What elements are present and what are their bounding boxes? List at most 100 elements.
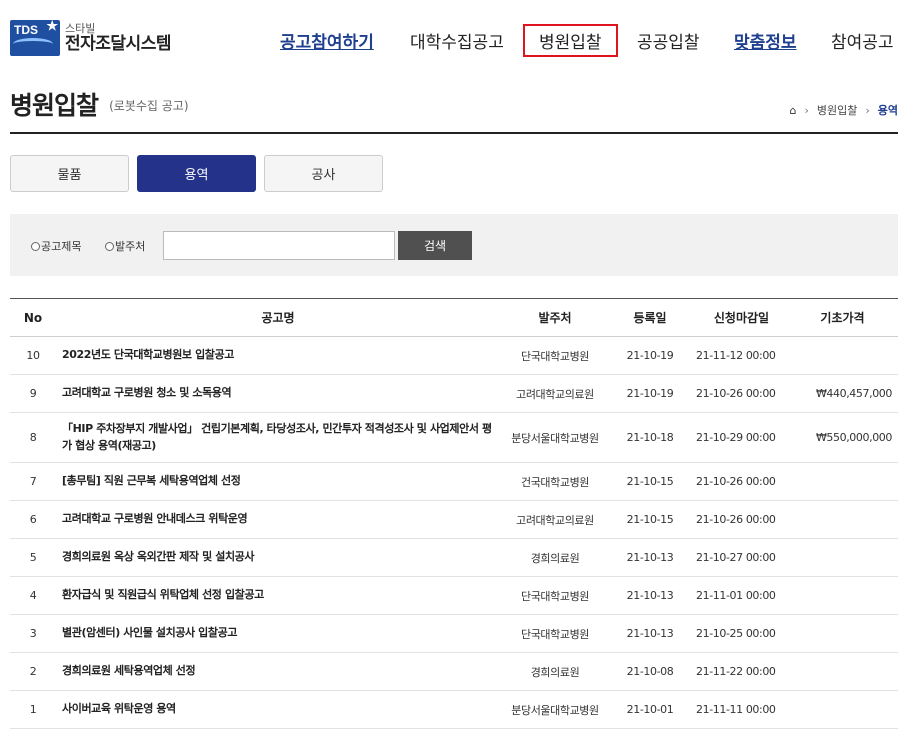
search-input[interactable] <box>163 231 395 260</box>
tab-goods[interactable]: 물품 <box>10 155 129 192</box>
row-deadline: 21-11-12 00:00 <box>696 336 787 375</box>
col-header-no[interactable]: No <box>10 298 56 337</box>
row-base-price: ₩440,457,000 <box>787 374 898 413</box>
row-registered: 21-10-18 <box>604 412 696 463</box>
row-deadline: 21-11-11 00:00 <box>696 690 787 729</box>
row-deadline: 21-10-26 00:00 <box>696 500 787 539</box>
row-title-link[interactable]: 경희의료원 세탁용역업체 선정 <box>56 652 506 691</box>
row-title-link[interactable]: 사이버교육 위탁운영 용역 <box>56 690 506 729</box>
row-title-link[interactable]: [총무팀] 직원 근무복 세탁용역업체 선정 <box>56 462 506 501</box>
radio-orderer[interactable]: 발주처 <box>105 238 145 254</box>
table-row[interactable]: 6 고려대학교 구로병원 안내데스크 위탁운영 고려대학교의료원 21-10-1… <box>10 500 898 539</box>
row-base-price <box>787 690 898 729</box>
row-title-link[interactable]: 별관(암센터) 사인물 설치공사 입찰공고 <box>56 614 506 653</box>
tab-construction[interactable]: 공사 <box>264 155 383 192</box>
row-title-link[interactable]: 고려대학교 구로병원 청소 및 소독용역 <box>56 374 506 413</box>
row-deadline: 21-10-26 00:00 <box>696 374 787 413</box>
row-orderer: 고려대학교의료원 <box>506 500 604 539</box>
table-row[interactable]: 2 경희의료원 세탁용역업체 선정 경희의료원 21-10-08 21-11-2… <box>10 652 898 691</box>
row-no: 2 <box>10 652 56 691</box>
row-no: 6 <box>10 500 56 539</box>
swoosh-shape <box>13 38 53 50</box>
row-title-link[interactable]: 경희의료원 옥상 옥외간판 제작 및 설치공사 <box>56 538 506 577</box>
nav-university-notices[interactable]: 대학수집공고 <box>410 28 504 53</box>
row-registered: 21-10-19 <box>604 336 696 375</box>
row-registered: 21-10-13 <box>604 614 696 653</box>
nav-custom-info[interactable]: 맞춤정보 <box>734 28 797 53</box>
radio-label: 공고제목 <box>41 240 82 253</box>
row-title-link[interactable]: 고려대학교 구로병원 안내데스크 위탁운영 <box>56 500 506 539</box>
breadcrumb: ⌂ › 병원입찰 › 용역 <box>789 102 898 118</box>
logo-abbr: TDS <box>14 23 38 37</box>
row-orderer: 단국대학교병원 <box>506 614 604 653</box>
row-title-link[interactable]: 「HIP 주차장부지 개발사업」 건립기본계획, 타당성조사, 민간투자 적격성… <box>56 412 506 463</box>
row-base-price <box>787 462 898 501</box>
row-title-link[interactable]: 2022년도 단국대학교병원보 입찰공고 <box>56 336 506 375</box>
nav-bid-participation[interactable]: 공고참여하기 <box>280 28 374 53</box>
nav-participating-notices[interactable]: 참여공고 <box>831 28 894 53</box>
bid-table: No 공고명 발주처 등록일 신청마감일 기초가격 10 2022년도 단국대학… <box>10 298 898 729</box>
breadcrumb-separator: › <box>865 103 870 117</box>
row-orderer: 경희의료원 <box>506 652 604 691</box>
col-header-registered[interactable]: 등록일 <box>604 298 696 337</box>
nav-public-bids[interactable]: 공공입찰 <box>637 28 700 53</box>
tab-services[interactable]: 용역 <box>137 155 256 192</box>
row-registered: 21-10-15 <box>604 500 696 539</box>
row-registered: 21-10-13 <box>604 576 696 615</box>
row-base-price <box>787 576 898 615</box>
page-title: 병원입찰 <box>10 91 99 120</box>
category-tabs: 물품 용역 공사 <box>10 155 383 192</box>
row-registered: 21-10-13 <box>604 538 696 577</box>
tds-logo-icon: TDS ★ <box>10 18 60 56</box>
table-row[interactable]: 10 2022년도 단국대학교병원보 입찰공고 단국대학교병원 21-10-19… <box>10 336 898 375</box>
row-no: 3 <box>10 614 56 653</box>
top-navigation: 공고참여하기 대학수집공고 병원입찰 공공입찰 맞춤정보 참여공고 <box>280 24 916 58</box>
page-header: 병원입찰 (로봇수집 공고) ⌂ › 병원입찰 › 용역 <box>10 86 898 134</box>
row-orderer: 단국대학교병원 <box>506 336 604 375</box>
row-orderer: 분당서울대학교병원 <box>506 690 604 729</box>
row-orderer: 분당서울대학교병원 <box>506 412 604 463</box>
row-deadline: 21-10-27 00:00 <box>696 538 787 577</box>
table-row[interactable]: 8 「HIP 주차장부지 개발사업」 건립기본계획, 타당성조사, 민간투자 적… <box>10 412 898 463</box>
row-no: 9 <box>10 374 56 413</box>
site-logo[interactable]: TDS ★ 스타빌 전자조달시스템 <box>10 18 171 56</box>
table-row[interactable]: 3 별관(암센터) 사인물 설치공사 입찰공고 단국대학교병원 21-10-13… <box>10 614 898 653</box>
radio-circle-icon <box>105 241 114 251</box>
row-base-price: ₩550,000,000 <box>787 412 898 463</box>
row-base-price <box>787 538 898 577</box>
breadcrumb-hospital-bids[interactable]: 병원입찰 <box>817 102 857 118</box>
row-deadline: 21-10-29 00:00 <box>696 412 787 463</box>
table-row[interactable]: 1 사이버교육 위탁운영 용역 분당서울대학교병원 21-10-01 21-11… <box>10 690 898 729</box>
row-orderer: 경희의료원 <box>506 538 604 577</box>
row-registered: 21-10-15 <box>604 462 696 501</box>
breadcrumb-separator: › <box>804 103 809 117</box>
row-no: 1 <box>10 690 56 729</box>
table-row[interactable]: 7 [총무팀] 직원 근무복 세탁용역업체 선정 건국대학교병원 21-10-1… <box>10 462 898 501</box>
row-title-link[interactable]: 환자급식 및 직원급식 위탁업체 선정 입찰공고 <box>56 576 506 615</box>
radio-label: 발주처 <box>115 240 146 253</box>
radio-circle-icon <box>31 241 40 251</box>
table-row[interactable]: 4 환자급식 및 직원급식 위탁업체 선정 입찰공고 단국대학교병원 21-10… <box>10 576 898 615</box>
col-header-deadline[interactable]: 신청마감일 <box>696 298 787 337</box>
row-base-price <box>787 614 898 653</box>
row-no: 5 <box>10 538 56 577</box>
row-deadline: 21-10-26 00:00 <box>696 462 787 501</box>
search-button[interactable]: 검색 <box>398 231 472 260</box>
col-header-title[interactable]: 공고명 <box>56 298 506 337</box>
page-subtitle: (로봇수집 공고) <box>109 99 189 113</box>
radio-notice-title[interactable]: 공고제목 <box>31 238 81 254</box>
search-panel: 공고제목 발주처 검색 <box>10 214 898 276</box>
table-row[interactable]: 9 고려대학교 구로병원 청소 및 소독용역 고려대학교의료원 21-10-19… <box>10 374 898 413</box>
row-deadline: 21-10-25 00:00 <box>696 614 787 653</box>
row-base-price <box>787 500 898 539</box>
row-deadline: 21-11-01 00:00 <box>696 576 787 615</box>
row-registered: 21-10-08 <box>604 652 696 691</box>
row-orderer: 단국대학교병원 <box>506 576 604 615</box>
table-row[interactable]: 5 경희의료원 옥상 옥외간판 제작 및 설치공사 경희의료원 21-10-13… <box>10 538 898 577</box>
col-header-base-price[interactable]: 기초가격 <box>787 298 898 337</box>
col-header-orderer[interactable]: 발주처 <box>506 298 604 337</box>
star-icon: ★ <box>46 18 58 33</box>
row-no: 8 <box>10 412 56 463</box>
nav-hospital-bids[interactable]: 병원입찰 <box>523 24 618 57</box>
home-icon[interactable]: ⌂ <box>789 104 796 117</box>
